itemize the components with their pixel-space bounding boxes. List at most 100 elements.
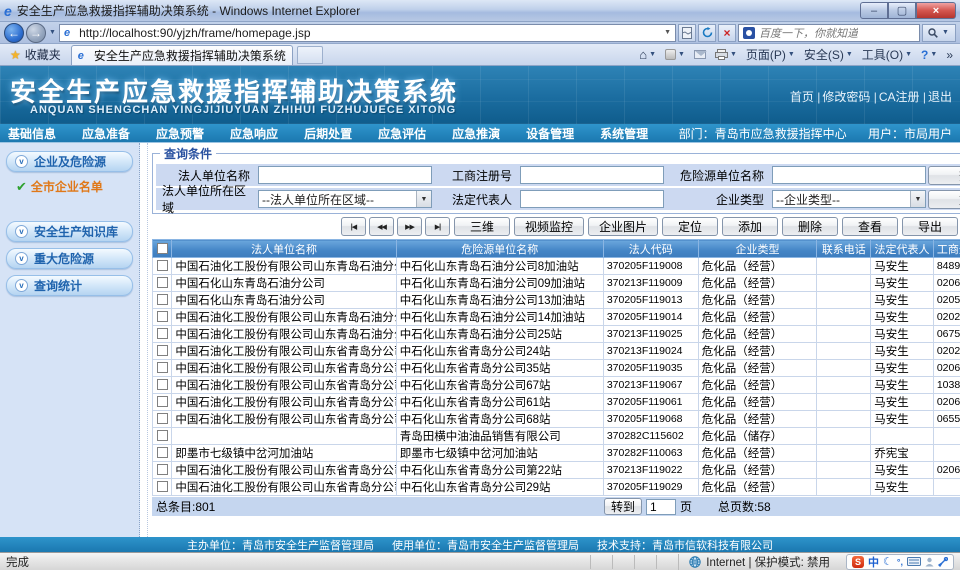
toolbar-button-7[interactable]: 导出: [902, 217, 958, 236]
results-toolbar: |◀◀◀▶▶▶| 三维视频监控企业图片定位添加删除查看导出恢复: [152, 214, 960, 239]
sogou-icon[interactable]: S: [852, 556, 864, 568]
header-link-1[interactable]: 修改密码: [822, 90, 870, 104]
reset-button[interactable]: 重置: [928, 190, 960, 209]
toolbar-button-6[interactable]: 查看: [842, 217, 898, 236]
toolbar-button-2[interactable]: 企业图片: [588, 217, 658, 236]
sidebar-group-query-statistics[interactable]: v 查询统计: [6, 275, 133, 296]
help-menu[interactable]: ?▼: [918, 46, 940, 64]
address-url[interactable]: http://localhost:90/yjzh/frame/homepage.…: [79, 26, 310, 40]
first-page-button[interactable]: |◀: [341, 217, 366, 236]
soft-keyboard-icon[interactable]: [907, 557, 921, 566]
toolbar-button-5[interactable]: 删除: [782, 217, 838, 236]
reg-no-label: 工商注册号: [434, 164, 518, 186]
toolbar-button-1[interactable]: 视频监控: [514, 217, 584, 236]
cell: 065510: [933, 411, 960, 428]
row-checkbox[interactable]: [157, 260, 168, 271]
row-checkbox[interactable]: [157, 345, 168, 356]
last-page-button[interactable]: ▶|: [425, 217, 450, 236]
maximize-button[interactable]: ▢: [888, 2, 916, 19]
safety-menu[interactable]: 安全(S)▼: [801, 46, 856, 64]
row-checkbox[interactable]: [157, 294, 168, 305]
punctuation-mode-icon[interactable]: °,: [897, 557, 903, 567]
address-field[interactable]: e http://localhost:90/yjzh/frame/homepag…: [59, 24, 676, 42]
region-select[interactable]: --法人单位所在区域-- ▼: [258, 190, 432, 208]
forward-button[interactable]: →: [26, 23, 46, 43]
toolbar-button-0[interactable]: 三维: [454, 217, 510, 236]
row-checkbox[interactable]: [157, 396, 168, 407]
page-footer: 主办单位：青岛市安全生产监督管理局使用单位：青岛市安全生产监督管理局技术支持：青…: [0, 537, 960, 552]
nav-item-2[interactable]: 应急预警: [156, 127, 204, 141]
row-checkbox[interactable]: [157, 413, 168, 424]
row-checkbox[interactable]: [157, 277, 168, 288]
row-checkbox[interactable]: [157, 430, 168, 441]
nav-item-6[interactable]: 应急推演: [452, 127, 500, 141]
refresh-button[interactable]: [698, 24, 716, 42]
toolbar-button-4[interactable]: 添加: [722, 217, 778, 236]
nav-item-7[interactable]: 设备管理: [526, 127, 574, 141]
home-button[interactable]: ⌂▼: [636, 46, 659, 64]
header-link-0[interactable]: 首页: [790, 90, 814, 104]
search-options-dropdown-icon[interactable]: ▼: [941, 29, 950, 36]
row-checkbox[interactable]: [157, 328, 168, 339]
row-checkbox[interactable]: [157, 447, 168, 458]
print-button[interactable]: ▼: [712, 46, 740, 64]
reg-no-input[interactable]: [520, 166, 664, 184]
wrench-icon[interactable]: [938, 557, 948, 567]
nav-item-3[interactable]: 应急响应: [230, 127, 278, 141]
recent-pages-dropdown-icon[interactable]: ▼: [48, 29, 57, 36]
fullwidth-mode-icon[interactable]: ☾: [883, 555, 893, 568]
header-link-3[interactable]: 退出: [928, 90, 952, 104]
prev-page-button[interactable]: ◀◀: [369, 217, 394, 236]
nav-item-8[interactable]: 系统管理: [600, 127, 648, 141]
stop-icon: ×: [723, 26, 730, 40]
cell: 中国石油化工股份有限公司山东省青岛分公司: [172, 343, 396, 360]
search-button[interactable]: ▼: [922, 24, 956, 42]
corp-name-input[interactable]: [258, 166, 432, 184]
corp-type-select[interactable]: --企业类型-- ▼: [772, 190, 926, 208]
hazard-name-input[interactable]: [772, 166, 926, 184]
sidebar-group-enterprise-hazard[interactable]: v 企业及危险源: [6, 151, 133, 172]
column-header-0: 法人单位名称: [172, 240, 396, 258]
page-menu[interactable]: 页面(P)▼: [743, 46, 798, 64]
row-checkbox[interactable]: [157, 311, 168, 322]
search-placeholder[interactable]: 百度一下，你就知道: [759, 25, 858, 41]
back-button[interactable]: ←: [4, 23, 24, 43]
legal-rep-input[interactable]: [520, 190, 664, 208]
nav-item-1[interactable]: 应急准备: [82, 127, 130, 141]
goto-page-input[interactable]: [646, 499, 676, 515]
title-bar: e 安全生产应急救援指挥辅助决策系统 - Windows Internet Ex…: [0, 0, 960, 22]
next-page-button[interactable]: ▶▶: [397, 217, 422, 236]
row-checkbox[interactable]: [157, 464, 168, 475]
new-tab-stub[interactable]: [297, 46, 323, 64]
feeds-button[interactable]: ▼: [662, 46, 688, 64]
goto-page-button[interactable]: 转到: [604, 498, 642, 515]
frame-splitter[interactable]: [140, 143, 148, 537]
read-mail-button[interactable]: [691, 46, 709, 64]
search-box[interactable]: 百度一下，你就知道: [738, 24, 920, 42]
nav-item-4[interactable]: 后期处置: [304, 127, 352, 141]
toolbar-button-3[interactable]: 定位: [662, 217, 718, 236]
header-link-2[interactable]: CA注册: [879, 90, 920, 104]
minimize-button[interactable]: –: [860, 2, 888, 19]
row-select-cell: [153, 462, 172, 479]
search-query-button[interactable]: 查询: [928, 166, 960, 185]
nav-item-0[interactable]: 基础信息: [8, 127, 56, 141]
row-checkbox[interactable]: [157, 362, 168, 373]
select-all-checkbox[interactable]: [157, 243, 168, 254]
browser-tab[interactable]: e 安全生产应急救援指挥辅助决策系统: [71, 45, 293, 65]
row-checkbox[interactable]: [157, 379, 168, 390]
sidebar-item-city-enterprise-list[interactable]: ✔ 全市企业名单: [16, 178, 133, 195]
nav-item-5[interactable]: 应急评估: [378, 127, 426, 141]
sidebar-group-knowledge-base[interactable]: v 安全生产知识库: [6, 221, 133, 242]
user-settings-icon[interactable]: [925, 557, 934, 567]
sidebar-group-major-hazards[interactable]: v 重大危险源: [6, 248, 133, 269]
chinese-mode-icon[interactable]: 中: [868, 554, 879, 570]
row-checkbox[interactable]: [157, 481, 168, 492]
close-button[interactable]: ×: [916, 2, 956, 19]
overflow-chevron-icon[interactable]: »: [943, 46, 956, 64]
address-dropdown-icon[interactable]: ▼: [664, 29, 671, 36]
compatibility-view-button[interactable]: [678, 24, 696, 42]
tools-menu[interactable]: 工具(O)▼: [859, 46, 915, 64]
stop-button[interactable]: ×: [718, 24, 736, 42]
favorites-button[interactable]: ★ 收藏夹: [4, 46, 67, 64]
